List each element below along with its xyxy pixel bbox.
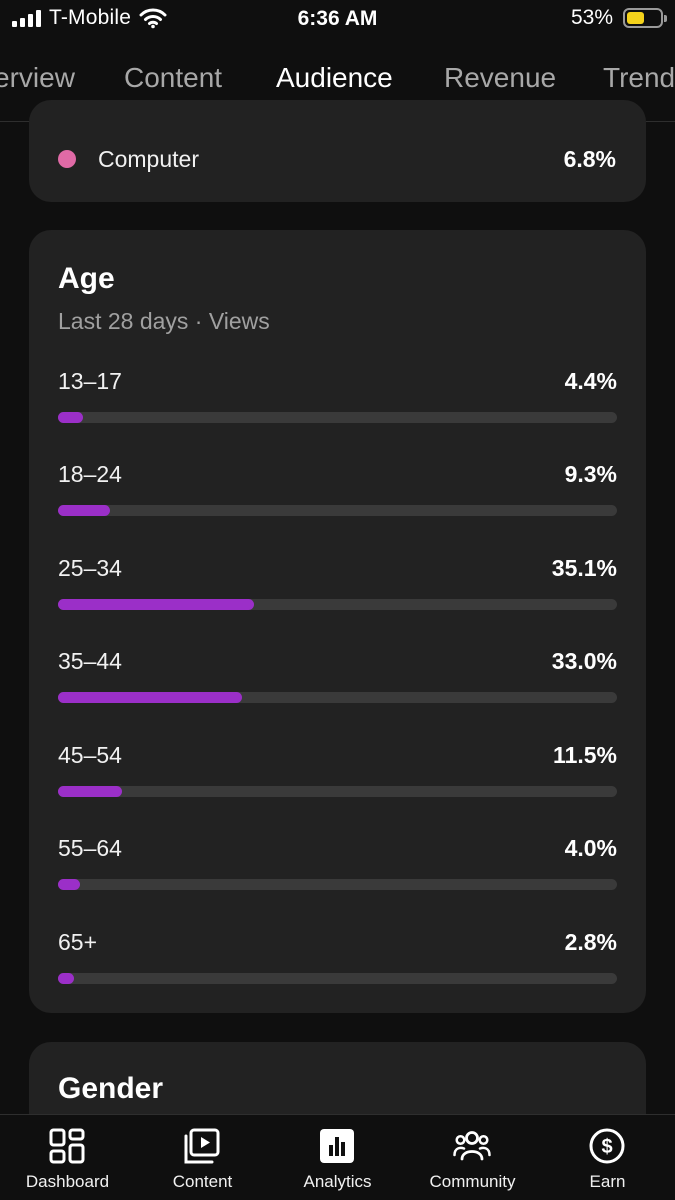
nav-analytics-label: Analytics — [303, 1172, 372, 1191]
nav-earn[interactable]: $ Earn — [540, 1115, 675, 1200]
age-card: Age Last 28 days · Views 13–17 4.4% 18–2… — [29, 230, 646, 1013]
age-percent-value: 4.4% — [564, 368, 617, 394]
age-range-label: 25–34 — [58, 555, 122, 581]
tab-overview[interactable]: erview — [0, 62, 75, 94]
age-bar-track — [58, 599, 617, 610]
age-range-label: 45–54 — [58, 742, 122, 768]
age-bar-fill — [58, 973, 74, 984]
status-bar: T-Mobile 6:36 AM 53% — [0, 0, 675, 38]
tab-revenue[interactable]: Revenue — [444, 62, 556, 94]
nav-content[interactable]: Content — [135, 1115, 270, 1200]
age-bar-track — [58, 786, 617, 797]
content-icon — [184, 1128, 220, 1164]
age-bar-fill — [58, 505, 110, 516]
age-percent-value: 4.0% — [564, 835, 617, 861]
analytics-icon — [320, 1129, 354, 1163]
age-row: 55–64 4.0% — [58, 835, 617, 895]
age-row: 25–34 35.1% — [58, 555, 617, 615]
age-row: 13–17 4.4% — [58, 368, 617, 428]
age-bar-fill — [58, 692, 243, 703]
device-row-computer: Computer 6.8% — [58, 144, 616, 174]
nav-content-label: Content — [172, 1172, 233, 1191]
age-range-label: 13–17 — [58, 368, 122, 394]
age-bar-fill — [58, 599, 255, 610]
legend-dot — [58, 150, 76, 168]
community-icon — [453, 1131, 491, 1161]
battery-nub — [664, 15, 667, 22]
age-card-title: Age — [58, 262, 115, 295]
nav-community[interactable]: Community — [405, 1115, 540, 1200]
battery-icon — [623, 8, 667, 28]
age-percent-value: 2.8% — [564, 929, 617, 955]
age-percent-value: 9.3% — [564, 461, 617, 487]
gender-card-title: Gender — [58, 1072, 164, 1105]
age-bar-track — [58, 505, 617, 516]
age-bar-track — [58, 973, 617, 984]
age-row: 35–44 33.0% — [58, 648, 617, 708]
age-bar-track — [58, 879, 617, 890]
tab-content[interactable]: Content — [124, 62, 222, 94]
tab-audience[interactable]: Audience — [276, 62, 393, 94]
age-bar-track — [58, 412, 617, 423]
battery-percentage: 53% — [570, 6, 613, 29]
dashboard-icon — [49, 1128, 85, 1164]
age-bar-track — [58, 692, 617, 703]
nav-community-label: Community — [429, 1172, 516, 1191]
age-row: 18–24 9.3% — [58, 461, 617, 521]
tab-trends[interactable]: Trend — [603, 62, 675, 94]
age-range-label: 18–24 — [58, 461, 122, 487]
battery-fill — [627, 12, 644, 24]
nav-earn-label: Earn — [589, 1172, 626, 1191]
age-range-label: 55–64 — [58, 835, 122, 861]
age-percent-value: 11.5% — [553, 742, 617, 768]
nav-dashboard-label: Dashboard — [25, 1172, 110, 1191]
age-row: 45–54 11.5% — [58, 742, 617, 802]
age-bar-fill — [58, 879, 81, 890]
age-percent-value: 33.0% — [551, 648, 617, 674]
age-card-subtitle: Last 28 days · Views — [58, 308, 270, 334]
age-bar-fill — [58, 412, 83, 423]
bottom-navigation: Dashboard Content Analytics Community $ … — [0, 1114, 675, 1200]
age-row: 65+ 2.8% — [58, 929, 617, 989]
nav-dashboard[interactable]: Dashboard — [0, 1115, 135, 1200]
nav-analytics[interactable]: Analytics — [270, 1115, 405, 1200]
earn-icon: $ — [589, 1128, 625, 1164]
svg-text:$: $ — [601, 1136, 612, 1158]
status-right: 53% — [570, 6, 667, 30]
age-range-label: 35–44 — [58, 648, 122, 674]
device-value: 6.8% — [563, 145, 616, 172]
device-type-card: Computer 6.8% — [29, 100, 646, 202]
age-bar-fill — [58, 786, 123, 797]
age-percent-value: 35.1% — [551, 555, 617, 581]
age-range-label: 65+ — [58, 929, 98, 955]
device-label: Computer — [98, 145, 199, 172]
